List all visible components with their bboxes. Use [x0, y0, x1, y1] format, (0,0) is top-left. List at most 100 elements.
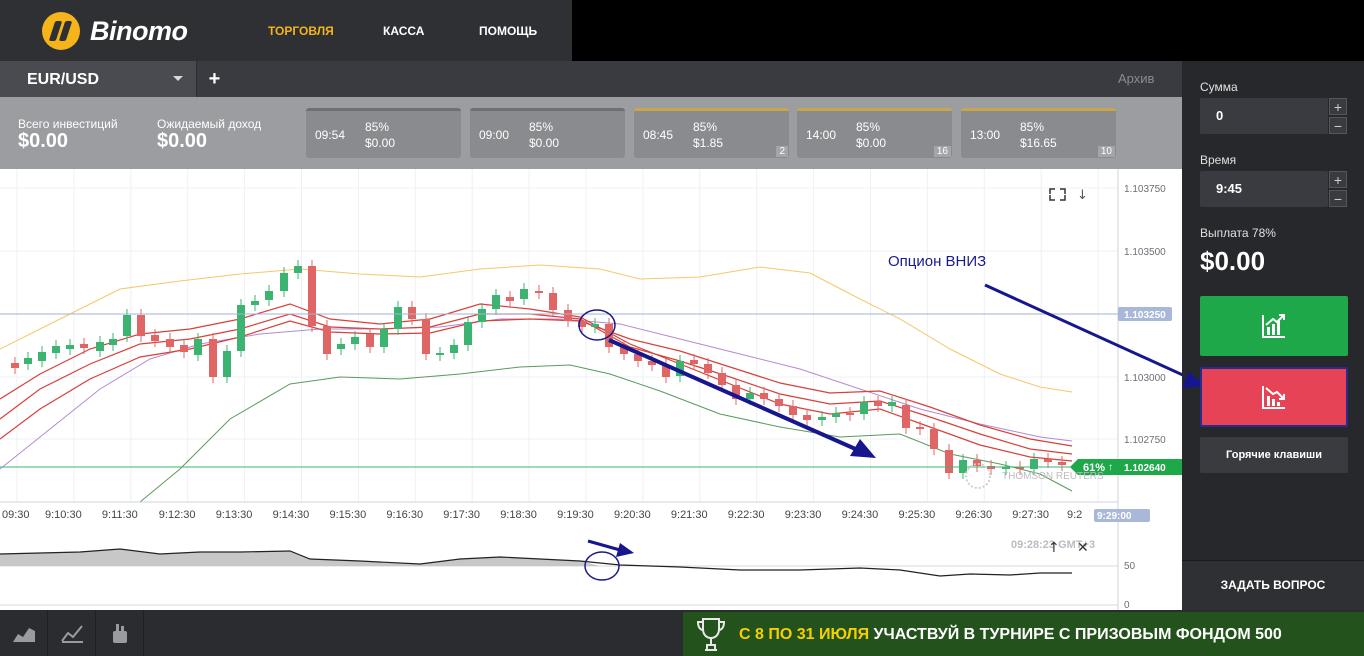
deal-time: 13:00: [970, 128, 1001, 142]
amount-decrease-button[interactable]: −: [1329, 117, 1347, 134]
chevron-down-icon[interactable]: [173, 76, 183, 81]
indicator-lines: [0, 264, 1073, 503]
candle-body: [123, 315, 131, 336]
time-tick-label: 9:12:30: [159, 509, 196, 521]
amount-label: Сумма: [1200, 80, 1238, 94]
candle-body: [394, 307, 402, 329]
add-instrument-button[interactable]: +: [196, 61, 232, 97]
up-arrow-icon: ↑: [1108, 462, 1113, 473]
time-tick-label: 9:22:30: [728, 509, 765, 521]
chart-type-button[interactable]: [0, 610, 48, 656]
price-tick-label: 1.103500: [1124, 247, 1166, 258]
indicators-button[interactable]: [48, 610, 96, 656]
time-tick-label: 9:10:30: [45, 509, 82, 521]
candle-body: [366, 334, 374, 347]
expected-income-value: $0.00: [157, 130, 208, 152]
candle-body: [109, 339, 117, 345]
logo-text: Binomo: [90, 15, 188, 46]
time-input[interactable]: 9:45: [1200, 171, 1328, 207]
deal-percent: 85%: [693, 120, 718, 134]
candle-body: [337, 344, 345, 349]
time-decrease-button[interactable]: −: [1329, 190, 1347, 207]
candle-body: [860, 402, 868, 414]
deal-count-badge: 2: [776, 146, 788, 157]
amount-input[interactable]: 0: [1200, 98, 1328, 134]
payout-value: $0.00: [1200, 246, 1266, 276]
candle-body: [422, 319, 430, 354]
price-tick-label: 1.103000: [1124, 373, 1166, 384]
indicator-line: [0, 318, 1073, 447]
candle-body: [818, 417, 826, 420]
candle-body: [760, 393, 768, 399]
deal-card[interactable]: 08:45 85% $1.85 2: [634, 108, 789, 158]
time-tick-label: 9:17:30: [443, 509, 480, 521]
nav-help[interactable]: ПОМОЩЬ: [479, 24, 537, 38]
time-tick-label: 9:21:30: [671, 509, 708, 521]
indicator-line: [0, 313, 1073, 455]
deal-card[interactable]: 13:00 85% $16.65 10: [961, 108, 1116, 158]
deal-count-badge: 16: [933, 146, 951, 157]
deal-percent: 85%: [1020, 120, 1045, 134]
annotation-label: Опцион ВНИЗ: [888, 253, 986, 270]
candle-body: [351, 337, 359, 344]
annotation-arrow: [984, 283, 1182, 377]
deal-card[interactable]: 09:54 85% $0.00: [306, 108, 461, 158]
hotkeys-button[interactable]: Горячие клавиши: [1200, 437, 1348, 473]
candle-body: [223, 351, 231, 377]
drawing-tools-button[interactable]: [96, 610, 144, 656]
candle-body: [294, 266, 302, 273]
candle-body: [916, 427, 924, 429]
oscillator-expand-icon: ↑: [1048, 540, 1060, 556]
candle-body: [151, 335, 159, 341]
candle-body: [1058, 462, 1066, 465]
oscillator-tick-label: 50: [1124, 561, 1136, 572]
candle-body: [775, 399, 783, 406]
time-increase-button[interactable]: +: [1329, 171, 1347, 188]
candle-body: [180, 345, 188, 352]
indicator-line: [0, 264, 1073, 393]
payout-label: Выплата 78%: [1200, 226, 1276, 240]
nav-trading[interactable]: ТОРГОВЛЯ: [268, 24, 334, 38]
annotation-arrow: [608, 338, 876, 458]
expiry-time-label: 9:29:00: [1097, 511, 1132, 522]
candle-body: [803, 415, 811, 420]
logo-mark-icon: [42, 12, 80, 50]
trade-up-button[interactable]: [1200, 296, 1348, 356]
candle-body: [408, 307, 416, 319]
deal-percent: 85%: [365, 120, 390, 134]
marked-price-label: 1.103250: [1124, 310, 1166, 321]
deal-card[interactable]: 14:00 85% $0.00 16: [797, 108, 952, 158]
logo[interactable]: Binomo: [42, 11, 188, 51]
candle-body: [280, 273, 288, 291]
candle-body: [846, 413, 854, 415]
trade-down-button[interactable]: [1200, 367, 1348, 427]
time-tick-label: 9:15:30: [330, 509, 367, 521]
binomo-app: Binomo ТОРГОВЛЯ КАССА ПОМОЩЬ EUR/USD + А…: [0, 0, 1364, 656]
deal-amount: $0.00: [365, 136, 396, 150]
price-chart-area[interactable]: 1.103750 1.103500 1.103000 1.102750 1.10…: [0, 169, 1182, 610]
candle-body: [450, 345, 458, 353]
oscillator-close-icon: ✕: [1077, 540, 1089, 556]
candle-body: [308, 266, 316, 326]
nav-cashier[interactable]: КАССА: [383, 24, 424, 38]
time-tick-label: 9:13:30: [216, 509, 253, 521]
candle-body: [704, 364, 712, 373]
candle-body: [690, 360, 698, 364]
price-chart[interactable]: 1.103750 1.103500 1.103000 1.102750 1.10…: [0, 169, 1182, 610]
candle-body: [237, 305, 245, 351]
amount-increase-button[interactable]: +: [1329, 98, 1347, 115]
candle-body: [492, 295, 500, 309]
candle-body: [888, 402, 896, 406]
candle-body: [564, 310, 572, 321]
archive-link[interactable]: Архив: [1118, 71, 1154, 86]
candle-body: [38, 352, 46, 361]
ask-question-button[interactable]: ЗАДАТЬ ВОПРОС: [1182, 578, 1364, 592]
deal-card[interactable]: 09:00 85% $0.00: [470, 108, 625, 158]
time-tick-label: 9:23:30: [785, 509, 822, 521]
banner-dates: С 8 ПО 31 ИЮЛЯ: [739, 626, 870, 643]
candle-body: [478, 309, 486, 322]
time-tick-label: 9:2: [1067, 509, 1082, 521]
brush-cup-icon: [112, 624, 127, 643]
candle-body: [874, 402, 882, 406]
candle-body: [209, 339, 217, 377]
